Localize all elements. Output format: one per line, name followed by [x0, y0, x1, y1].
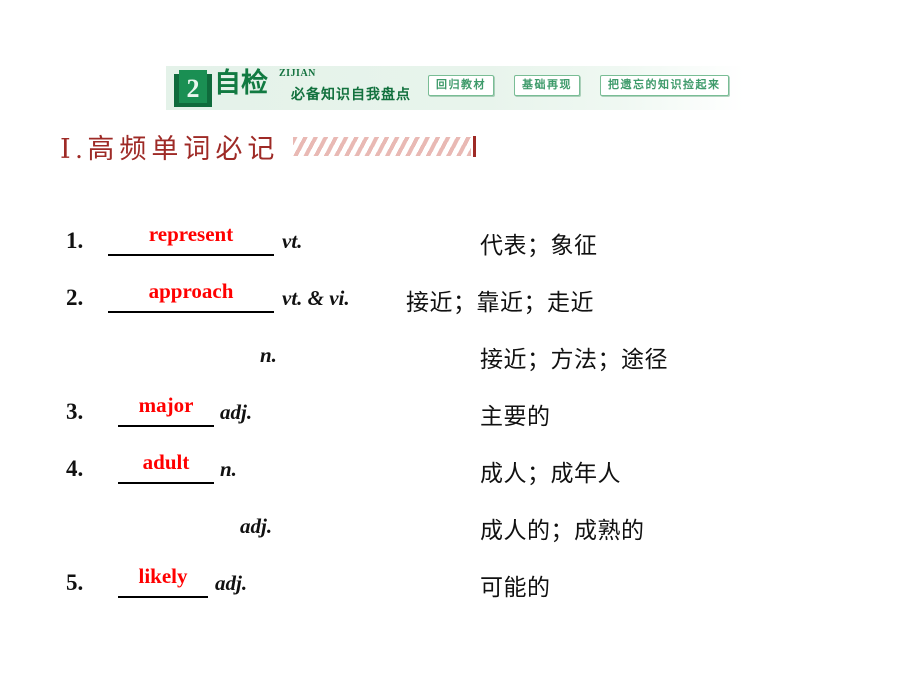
chinese-meaning: 接近；靠近；走近	[406, 290, 594, 315]
vocabulary-row: 2. approach vt. & vi. 接近；靠近；走近	[0, 269, 920, 326]
page-title: Ⅰ.高频单词必记	[60, 133, 280, 164]
answer-word: likely	[138, 564, 188, 588]
vocabulary-list: 1. represent vt. 代表；象征 2. approach vt. &…	[0, 212, 920, 611]
item-number: 4.	[66, 456, 84, 481]
part-of-speech: n.	[260, 343, 277, 367]
banner-tag-list: 回归教材 基础再现 把遗忘的知识捡起来	[428, 75, 729, 96]
blank-rule	[118, 596, 208, 598]
chinese-meaning: 成人的；成熟的	[480, 518, 645, 543]
vocabulary-row: 4. adult n. 成人；成年人	[0, 440, 920, 497]
blank-rule	[108, 254, 274, 256]
tag-basics-review[interactable]: 基础再现	[514, 75, 580, 96]
answer-blank[interactable]: represent	[108, 222, 274, 256]
vocabulary-row: 5. likely adj. 可能的	[0, 554, 920, 611]
part-of-speech: adj.	[240, 514, 273, 538]
tag-return-to-textbook[interactable]: 回归教材	[428, 75, 494, 96]
item-number: 3.	[66, 399, 84, 424]
tag-pick-up-forgotten-knowledge[interactable]: 把遗忘的知识捡起来	[600, 75, 729, 96]
item-number: 2.	[66, 285, 84, 310]
chinese-meaning: 成人；成年人	[480, 461, 621, 486]
answer-blank[interactable]: likely	[118, 564, 208, 598]
part-of-speech: adj.	[220, 400, 253, 424]
answer-word: approach	[148, 279, 234, 303]
step-badge-icon: 2	[174, 68, 212, 110]
vocabulary-row-continuation: adj. 成人的；成熟的	[0, 497, 920, 554]
svg-text:2: 2	[187, 74, 200, 103]
part-of-speech: vt. & vi.	[282, 286, 350, 310]
chinese-meaning: 代表；象征	[480, 233, 598, 258]
part-of-speech: vt.	[282, 229, 303, 253]
answer-blank[interactable]: approach	[108, 279, 274, 313]
part-of-speech: adj.	[215, 571, 248, 595]
chinese-meaning: 可能的	[480, 575, 551, 600]
blank-rule	[108, 311, 274, 313]
banner-title: 自检	[214, 68, 268, 98]
vocabulary-row: 3. major adj. 主要的	[0, 383, 920, 440]
hatch-decoration	[293, 136, 472, 156]
chinese-meaning: 接近；方法；途径	[480, 347, 668, 372]
part-of-speech: n.	[220, 457, 237, 481]
banner-pinyin: ZIJIAN	[279, 68, 316, 79]
blank-rule	[118, 425, 214, 427]
vocabulary-row: 1. represent vt. 代表；象征	[0, 212, 920, 269]
answer-word: adult	[142, 450, 190, 474]
chinese-meaning: 主要的	[480, 404, 551, 429]
hatch-end-bar	[473, 135, 477, 157]
answer-blank[interactable]: adult	[118, 450, 214, 484]
answer-word: represent	[148, 222, 234, 246]
answer-blank[interactable]: major	[118, 393, 214, 427]
section-title-row: Ⅰ.高频单词必记	[60, 126, 477, 166]
banner-subtitle: 必备知识自我盘点	[291, 88, 411, 103]
item-number: 1.	[66, 228, 84, 253]
vocabulary-row-continuation: n. 接近；方法；途径	[0, 326, 920, 383]
section-header-banner: 2 自检 ZIJIAN 必备知识自我盘点 回归教材 基础再现 把遗忘的知识捡起来	[166, 66, 744, 110]
answer-word: major	[138, 393, 194, 417]
item-number: 5.	[66, 570, 84, 595]
blank-rule	[118, 482, 214, 484]
